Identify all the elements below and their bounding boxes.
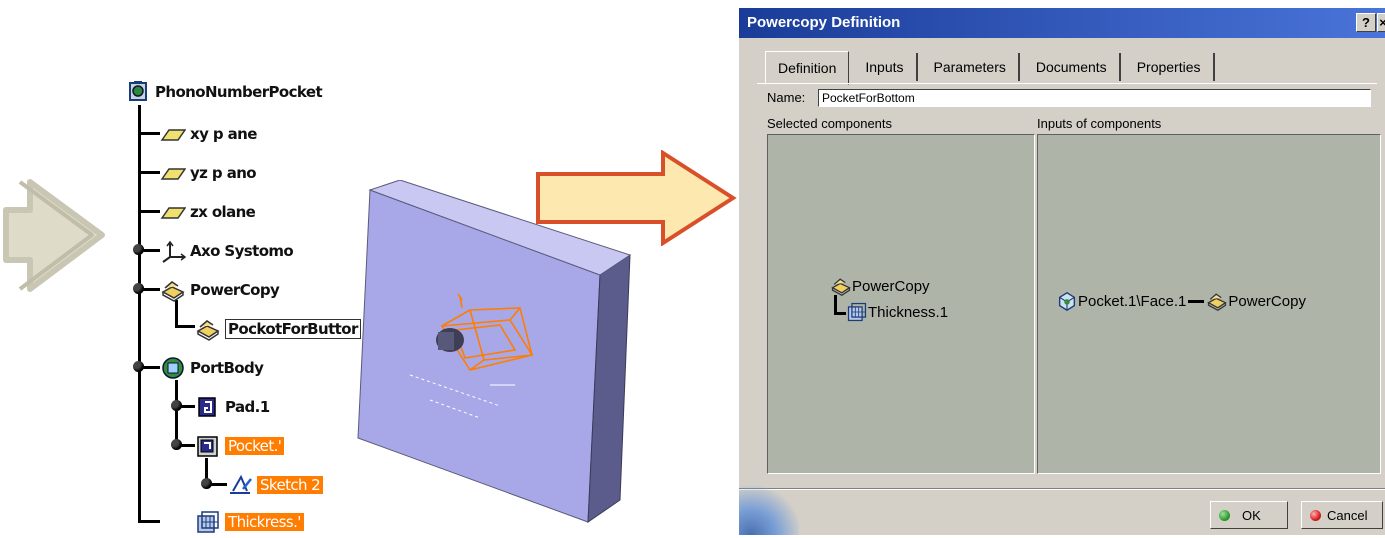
- selected-powercopy-label: PowerCopy: [852, 277, 930, 295]
- ok-dot-icon: [1219, 509, 1230, 521]
- name-label: Name:: [767, 90, 806, 105]
- tree-item-label: Pocket.': [225, 437, 285, 455]
- help-button[interactable]: ?: [1356, 13, 1376, 32]
- corner-decoration: [739, 480, 799, 535]
- root-product-icon: [125, 80, 151, 104]
- inputs-of-components-label: Inputs of components: [1037, 116, 1162, 131]
- expander[interactable]: [171, 400, 182, 411]
- cancel-dot-icon: [1310, 509, 1321, 521]
- expander[interactable]: [201, 478, 212, 489]
- plane-icon: [160, 122, 187, 146]
- selected-powercopy-node[interactable]: PowerCopy: [830, 275, 930, 297]
- face-icon: [1056, 290, 1078, 312]
- selected-thickness-node[interactable]: Thickness.1: [846, 301, 948, 323]
- tree-item-label: PockotForButtor: [225, 319, 361, 339]
- tree-item-label: Axo Systomo: [190, 242, 294, 260]
- cancel-button[interactable]: Cancel: [1301, 501, 1383, 529]
- tree-item-label: yz p ano: [190, 164, 257, 182]
- tree-item-pad[interactable]: Pad.1: [195, 394, 270, 420]
- powercopy-icon: [160, 278, 186, 302]
- tab-panel-border: [757, 83, 1377, 84]
- expander[interactable]: [133, 244, 144, 255]
- selected-components-panel[interactable]: PowerCopy Thickness.1: [767, 134, 1035, 474]
- inputs-of-components-panel[interactable]: Pocket.1\Face.1 PowerCopy: [1037, 134, 1381, 474]
- selected-thickness-label: Thickness.1: [868, 303, 949, 321]
- cancel-button-label: Cancel: [1327, 507, 1368, 523]
- footer-separator: [739, 488, 1385, 490]
- right-pointer-arrow: [536, 150, 737, 246]
- ok-button[interactable]: OK: [1210, 501, 1288, 529]
- input-mapping-row[interactable]: Pocket.1\Face.1 PowerCopy: [1056, 290, 1306, 312]
- input-face-label: Pocket.1\Face.1: [1078, 292, 1187, 310]
- powercopy-icon: [830, 275, 852, 297]
- tree-item-label: zx olane: [190, 203, 256, 221]
- tab-inputs[interactable]: Inputs: [853, 53, 918, 81]
- tree-item-pocketforbottom[interactable]: PockotForButtor: [195, 316, 361, 342]
- thickness-icon: [846, 301, 868, 323]
- tree-item-thickness[interactable]: Thickress.': [195, 509, 304, 535]
- tree-item-partbody[interactable]: PortBody: [160, 355, 264, 381]
- tab-documents[interactable]: Documents: [1024, 53, 1121, 81]
- name-input[interactable]: PocketForBottom: [818, 89, 1371, 107]
- title-bar[interactable]: Powercopy Definition ? ×: [739, 8, 1385, 38]
- mapping-connector: [1188, 299, 1205, 303]
- tree-root-label: PhonoNumberPocket: [155, 83, 323, 101]
- powercopy-icon: [195, 317, 221, 341]
- expander[interactable]: [133, 361, 144, 372]
- tree-item-label: xy p ane: [190, 125, 257, 143]
- tree-item-axis-systems[interactable]: Axo Systomo: [160, 238, 294, 264]
- selected-components-label: Selected components: [767, 116, 893, 131]
- tree-item-powercopy[interactable]: PowerCopy: [160, 277, 280, 303]
- thickness-icon: [195, 510, 221, 534]
- axis-system-icon: [160, 239, 187, 263]
- powercopy-icon: [1206, 290, 1228, 312]
- tree-root[interactable]: PhonoNumberPocket: [125, 79, 323, 105]
- tree-item-label: PowerCopy: [190, 281, 280, 299]
- tree-item-sketch[interactable]: Sketch 2: [227, 472, 324, 498]
- tab-parameters[interactable]: Parameters: [922, 53, 1020, 81]
- tree-item-label: PortBody: [190, 359, 264, 377]
- powercopy-definition-dialog: Powercopy Definition ? × Definition Inpu…: [738, 8, 1385, 535]
- ok-button-label: OK: [1242, 507, 1261, 523]
- tree-item-label: Pad.1: [225, 398, 270, 416]
- tree-item-label: Thickress.': [225, 513, 304, 531]
- tab-properties[interactable]: Properties: [1125, 53, 1215, 81]
- specification-tree: PhonoNumberPocket xy p ane yz p ano zx o…: [0, 0, 400, 535]
- pad-icon: [195, 395, 221, 419]
- sketch-icon: [227, 473, 253, 497]
- body-icon: [160, 356, 186, 380]
- expander[interactable]: [171, 439, 182, 450]
- tab-bar: Definition Inputs Parameters Documents P…: [765, 51, 1219, 85]
- tree-item-pocket[interactable]: Pocket.': [195, 433, 285, 459]
- plane-icon: [160, 161, 187, 185]
- tree-item-xy-plane[interactable]: xy p ane: [160, 121, 257, 147]
- input-target-label: PowerCopy: [1228, 292, 1306, 310]
- dialog-title: Powercopy Definition: [747, 14, 901, 31]
- plane-icon: [160, 200, 187, 224]
- tab-definition[interactable]: Definition: [765, 51, 850, 85]
- expander[interactable]: [133, 283, 144, 294]
- tree-item-zx-plane[interactable]: zx olane: [160, 199, 256, 225]
- tree-item-yz-plane[interactable]: yz p ano: [160, 160, 257, 186]
- tree-item-label: Sketch 2: [257, 476, 324, 494]
- close-button[interactable]: ×: [1377, 13, 1385, 32]
- pocket-icon: [195, 434, 221, 458]
